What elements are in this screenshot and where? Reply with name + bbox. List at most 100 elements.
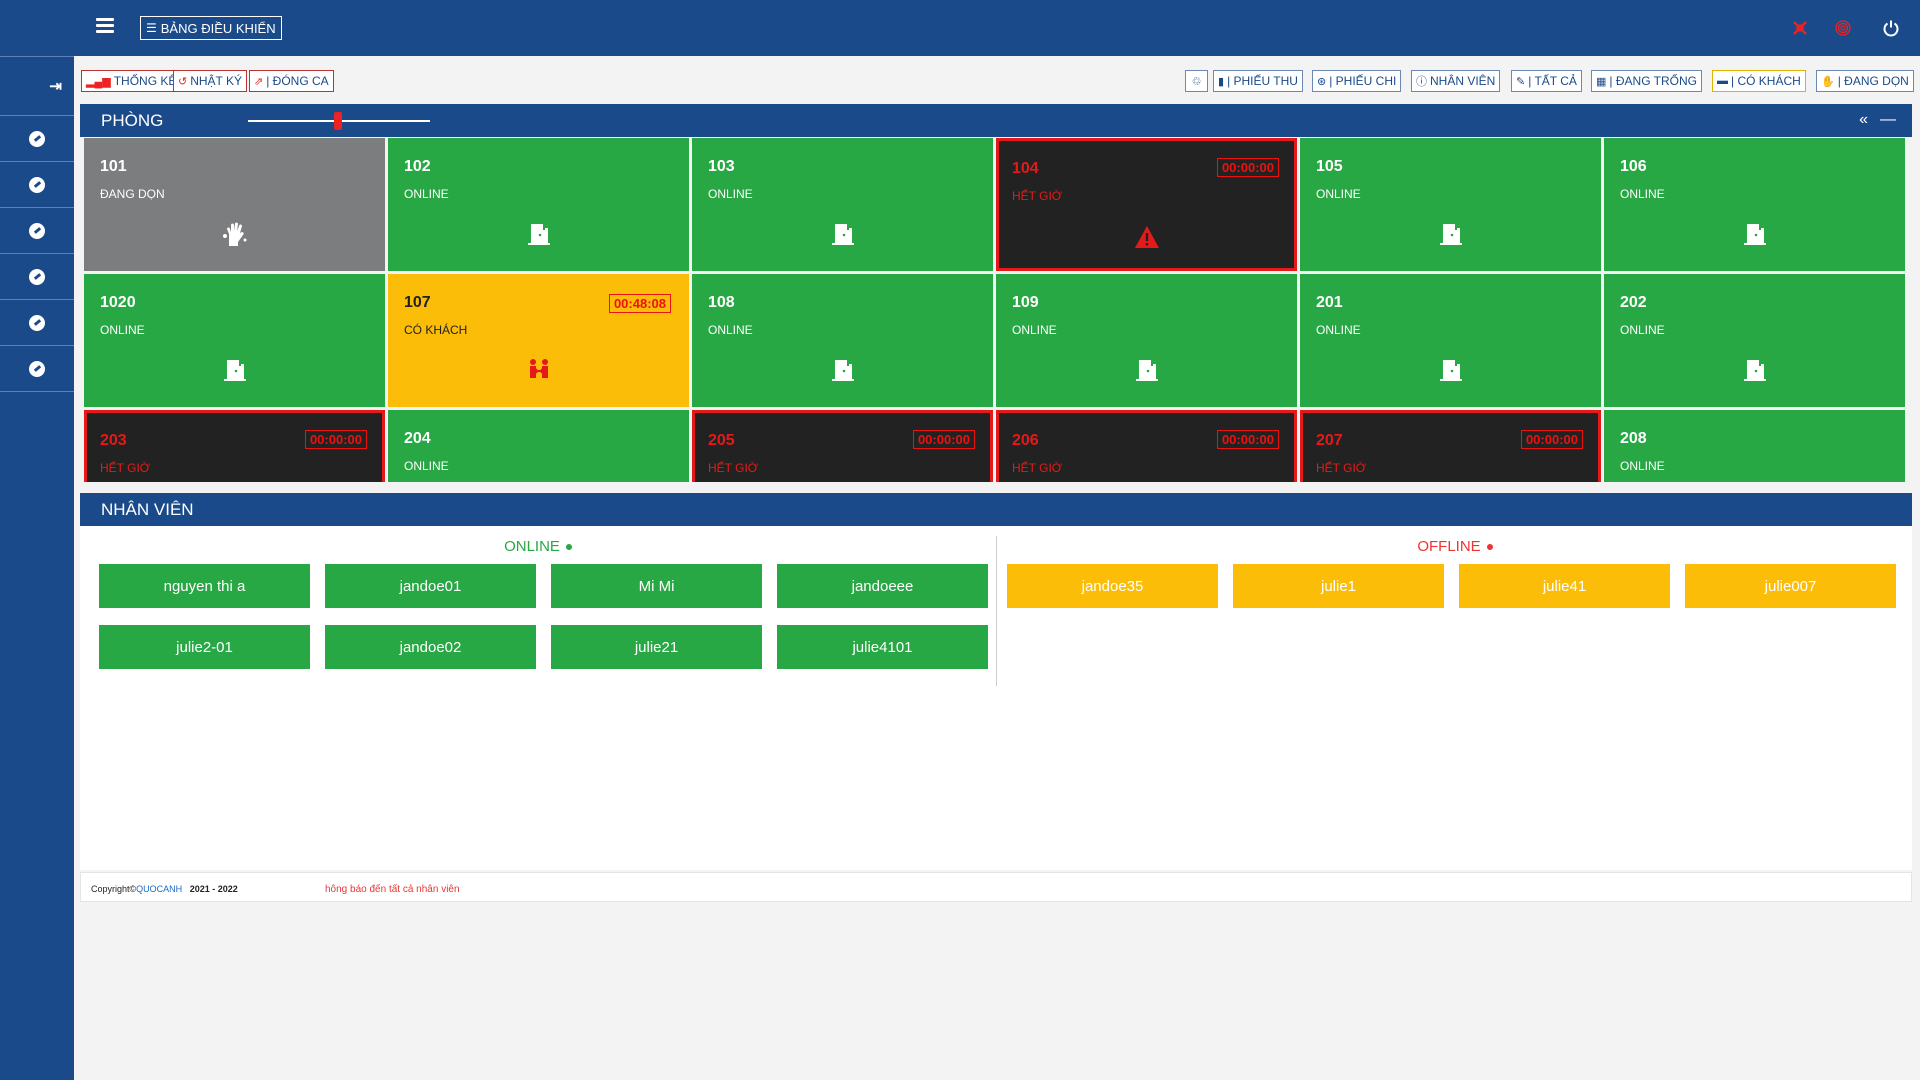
staff-online-button[interactable]: jandoeee bbox=[777, 564, 988, 608]
room-card-204[interactable]: 204 ONLINE bbox=[388, 410, 689, 482]
filter-vacant-label: | ĐANG TRỐNG bbox=[1609, 74, 1697, 88]
receipt-label: | PHIẾU THU bbox=[1227, 74, 1298, 88]
collapse-left-icon[interactable]: « bbox=[1859, 111, 1868, 129]
filter-cleaning-label: | ĐANG DỌN bbox=[1837, 74, 1909, 88]
shift-close-icon: ⇗ bbox=[254, 75, 264, 88]
zoom-slider-thumb[interactable] bbox=[334, 112, 342, 130]
brand-link[interactable]: QUOCANH bbox=[136, 884, 182, 894]
column-divider bbox=[996, 536, 997, 686]
sidebar-item-5[interactable] bbox=[0, 300, 74, 346]
room-card-101[interactable]: 101 ĐANG DỌN bbox=[84, 138, 385, 271]
copyright-prefix: Copyright© bbox=[91, 884, 137, 894]
staff-online-button[interactable]: Mi Mi bbox=[551, 564, 762, 608]
filter-all-button[interactable]: ✎ | TẤT CẢ bbox=[1511, 70, 1582, 92]
room-status: ONLINE bbox=[1620, 323, 1665, 337]
compass-icon bbox=[29, 222, 45, 239]
room-status: HẾT GIỜ bbox=[1012, 189, 1063, 203]
room-timer: 00:00:00 bbox=[304, 430, 367, 449]
fingerprint-icon[interactable] bbox=[1833, 18, 1853, 38]
door-icon bbox=[829, 356, 857, 384]
room-card-103[interactable]: 103 ONLINE bbox=[692, 138, 993, 271]
filter-guest-button[interactable]: ▬ | CÓ KHÁCH bbox=[1712, 70, 1806, 92]
stats-button[interactable]: ▂▄▆ THỐNG KÊ bbox=[81, 70, 182, 92]
warning-icon bbox=[1133, 223, 1161, 251]
filter-vacant-button[interactable]: ▦ | ĐANG TRỐNG bbox=[1591, 70, 1702, 92]
filter-cleaning-button[interactable]: ✋ | ĐANG DỌN bbox=[1816, 70, 1914, 92]
staff-offline-button[interactable]: julie41 bbox=[1459, 564, 1670, 608]
sidebar-item-2[interactable] bbox=[0, 162, 74, 208]
room-number: 109 bbox=[1012, 294, 1039, 311]
door-icon bbox=[1741, 356, 1769, 384]
room-card-208[interactable]: 208 ONLINE bbox=[1604, 410, 1905, 482]
staff-online-button[interactable]: julie4101 bbox=[777, 625, 988, 669]
online-title-text: ONLINE bbox=[504, 538, 560, 555]
stats-label: THỐNG KÊ bbox=[113, 74, 177, 88]
room-card-105[interactable]: 105 ONLINE bbox=[1300, 138, 1601, 271]
vacant-icon: ▦ bbox=[1596, 75, 1607, 88]
rooms-title: PHÒNG bbox=[101, 110, 164, 130]
room-status: ONLINE bbox=[1620, 459, 1665, 473]
minimize-icon[interactable]: — bbox=[1880, 111, 1896, 129]
room-card-1020[interactable]: 1020 ONLINE bbox=[84, 274, 385, 407]
close-shift-button[interactable]: ⇗ | ĐÓNG CA bbox=[249, 70, 334, 92]
staff-online-button[interactable]: julie2-01 bbox=[99, 625, 310, 669]
sidebar-item-4[interactable] bbox=[0, 254, 74, 300]
payment-label: | PHIẾU CHI bbox=[1329, 74, 1397, 88]
sidebar-item-6[interactable] bbox=[0, 346, 74, 392]
room-number: 101 bbox=[100, 158, 127, 175]
staff-offline-button[interactable]: jandoe35 bbox=[1007, 564, 1218, 608]
online-dot-icon bbox=[565, 544, 572, 551]
signal-icon: ▂▄▆ bbox=[86, 75, 111, 88]
room-card-207[interactable]: 207 HẾT GIỜ 00:00:00 bbox=[1300, 410, 1601, 482]
room-card-107[interactable]: 107 CÓ KHÁCH 00:48:08 bbox=[388, 274, 689, 407]
list-icon: ☰ bbox=[146, 21, 157, 35]
room-card-206[interactable]: 206 HẾT GIỜ 00:00:00 bbox=[996, 410, 1297, 482]
compass-icon bbox=[29, 130, 45, 147]
room-status: ONLINE bbox=[1316, 323, 1361, 337]
sidebar-item-logout[interactable]: ⇥ bbox=[0, 56, 74, 116]
staff-button[interactable]: ⓘ NHÂN VIÊN bbox=[1411, 70, 1501, 92]
room-card-205[interactable]: 205 HẾT GIỜ 00:00:00 bbox=[692, 410, 993, 482]
all-icon: ✎ bbox=[1516, 75, 1526, 88]
room-timer: 00:48:08 bbox=[608, 294, 671, 313]
room-card-203[interactable]: 203 HẾT GIỜ 00:00:00 bbox=[84, 410, 385, 482]
staff-online-button[interactable]: nguyen thi a bbox=[99, 564, 310, 608]
room-card-201[interactable]: 201 ONLINE bbox=[1300, 274, 1601, 407]
room-card-109[interactable]: 109 ONLINE bbox=[996, 274, 1297, 407]
staff-section-header: NHÂN VIÊN bbox=[80, 493, 1912, 526]
room-card-108[interactable]: 108 ONLINE bbox=[692, 274, 993, 407]
zoom-slider[interactable] bbox=[248, 112, 430, 130]
sidebar-item-3[interactable] bbox=[0, 208, 74, 254]
dashboard-button[interactable]: ☰ BẢNG ĐIỀU KHIỂN bbox=[140, 16, 282, 40]
door-icon bbox=[1133, 356, 1161, 384]
close-x-icon[interactable] bbox=[1790, 18, 1810, 38]
menu-icon[interactable] bbox=[96, 18, 114, 36]
room-card-106[interactable]: 106 ONLINE bbox=[1604, 138, 1905, 271]
room-status: HẾT GIỜ bbox=[708, 461, 759, 475]
room-timer: 00:00:00 bbox=[912, 430, 975, 449]
refresh-button[interactable]: ♲ bbox=[1185, 70, 1208, 92]
receipt-button[interactable]: ▮ | PHIẾU THU bbox=[1213, 70, 1303, 92]
staff-online-button[interactable]: julie21 bbox=[551, 625, 762, 669]
offline-dot-icon bbox=[1486, 544, 1493, 551]
door-icon bbox=[525, 220, 553, 248]
recycle-icon: ♲ bbox=[1191, 75, 1202, 88]
staff-online-button[interactable]: jandoe01 bbox=[325, 564, 536, 608]
staff-offline-button[interactable]: julie007 bbox=[1685, 564, 1896, 608]
room-status: HẾT GIỜ bbox=[1316, 461, 1367, 475]
room-card-102[interactable]: 102 ONLINE bbox=[388, 138, 689, 271]
room-status: ONLINE bbox=[1012, 323, 1057, 337]
staff-offline-button[interactable]: julie1 bbox=[1233, 564, 1444, 608]
power-icon[interactable] bbox=[1881, 18, 1901, 38]
room-timer: 00:00:00 bbox=[1216, 430, 1279, 449]
sidebar-item-1[interactable] bbox=[0, 116, 74, 162]
footer: Copyright©QUOCANH 2021 - 2022 hông báo đ… bbox=[80, 872, 1912, 902]
room-number: 1020 bbox=[100, 294, 136, 311]
compass-icon bbox=[29, 268, 45, 285]
staff-online-button[interactable]: jandoe02 bbox=[325, 625, 536, 669]
room-card-202[interactable]: 202 ONLINE bbox=[1604, 274, 1905, 407]
log-button[interactable]: ↺ NHẬT KÝ bbox=[173, 70, 248, 92]
room-status: HẾT GIỜ bbox=[1012, 461, 1063, 475]
payment-button[interactable]: ⊛ | PHIẾU CHI bbox=[1312, 70, 1402, 92]
room-card-104[interactable]: 104 HẾT GIỜ 00:00:00 bbox=[996, 138, 1297, 271]
